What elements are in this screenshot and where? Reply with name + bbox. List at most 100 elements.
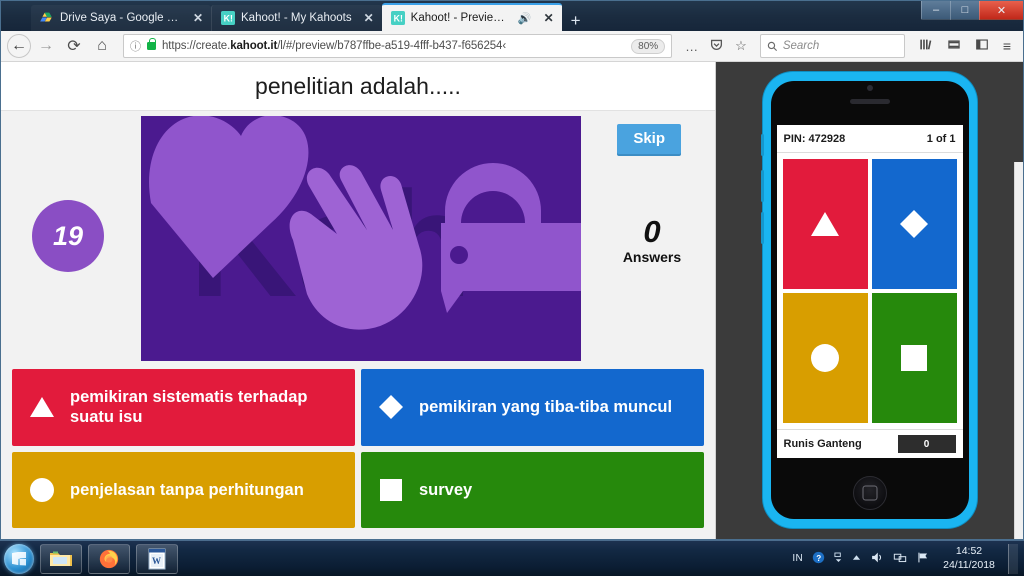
tab-preview-kahoot[interactable]: K! Kahoot! - Preview kahoot! 🔊 ✕ <box>381 3 562 31</box>
page-actions-icon[interactable]: … <box>680 39 703 54</box>
phone-volume-down-button <box>760 212 764 244</box>
network-icon[interactable] <box>893 551 907 567</box>
answers-number: 0 <box>643 214 661 249</box>
phone-answer-grid <box>777 153 963 429</box>
phone-mockup: PIN: 472928 1 of 1 Runis Ganteng 0 <box>760 72 977 528</box>
forward-button[interactable]: → <box>33 34 59 58</box>
circle-icon <box>811 344 839 372</box>
svg-text:W: W <box>152 556 161 566</box>
skip-button[interactable]: Skip <box>617 124 681 154</box>
tab-title: Drive Saya - Google Drive <box>60 12 181 24</box>
svg-text:?: ? <box>816 553 821 562</box>
answer-text: penjelasan tanpa perhitungan <box>70 480 304 499</box>
system-tray: IN ? 14:52 24/11/2018 <box>792 543 1024 574</box>
pocket-icon[interactable] <box>705 38 728 54</box>
close-icon[interactable]: ✕ <box>544 11 554 25</box>
close-icon[interactable]: ✕ <box>193 11 203 25</box>
answers-counter: 0 Answers <box>622 216 682 265</box>
search-icon <box>767 41 777 51</box>
answer-text: pemikiran sistematis terhadap suatu isu <box>70 388 308 427</box>
menu-icon[interactable]: ≡ <box>997 38 1017 54</box>
word-icon: W <box>148 548 166 569</box>
action-center-flag-icon[interactable] <box>916 551 930 567</box>
sidebar-icon[interactable] <box>969 38 995 54</box>
hidden-icons-icon[interactable] <box>834 552 843 566</box>
phone-camera-icon <box>866 85 873 91</box>
volume-icon[interactable] <box>870 551 884 567</box>
zoom-level-indicator[interactable]: 80% <box>631 38 666 54</box>
desktop: Drive Saya - Google Drive ✕ K! Kahoot! -… <box>0 0 1024 576</box>
square-icon <box>901 345 927 371</box>
phone-answer-red[interactable] <box>782 159 868 289</box>
page-scrollbar[interactable] <box>1014 162 1023 539</box>
phone-footer: Runis Ganteng 0 <box>776 429 963 458</box>
show-hidden-icons-icon[interactable] <box>852 553 861 565</box>
phone-header: PIN: 472928 1 of 1 <box>776 125 963 153</box>
address-bar[interactable]: ⓘ https://create.kahoot.it/l/#/preview/b… <box>123 34 673 58</box>
show-desktop-button[interactable] <box>1008 543 1018 574</box>
window-controls: – □ ✕ <box>921 1 1023 20</box>
home-button[interactable]: ⌂ <box>89 34 115 58</box>
start-button[interactable] <box>4 543 34 574</box>
tab-my-kahoots[interactable]: K! Kahoot! - My Kahoots ✕ <box>211 5 382 31</box>
answer-option-green[interactable]: survey <box>361 451 704 528</box>
clock[interactable]: 14:52 24/11/2018 <box>939 545 999 571</box>
question-media: Kah <box>141 116 581 361</box>
kahoot-icon: K! <box>221 11 235 25</box>
diamond-icon <box>900 210 928 238</box>
answers-label: Answers <box>622 249 682 265</box>
clock-date: 24/11/2018 <box>943 558 995 571</box>
answer-option-blue[interactable]: pemikiran yang tiba-tiba muncul <box>361 369 704 446</box>
lock-icon <box>147 38 156 50</box>
answer-text: survey <box>419 480 473 499</box>
player-device-preview-pane: PIN: 472928 1 of 1 Runis Ganteng 0 <box>716 62 1023 539</box>
question-title: penelitian adalah..... <box>1 62 715 111</box>
firefox-window: Drive Saya - Google Drive ✕ K! Kahoot! -… <box>0 0 1024 540</box>
maximize-button[interactable]: □ <box>950 1 979 20</box>
tab-strip: Drive Saya - Google Drive ✕ K! Kahoot! -… <box>1 1 1023 31</box>
diamond-icon <box>379 395 403 420</box>
bookmark-star-icon[interactable]: ☆ <box>730 38 752 54</box>
tab-audio-icon[interactable]: 🔊 <box>518 12 532 25</box>
search-box[interactable]: Search <box>759 34 905 58</box>
phone-answer-green[interactable] <box>871 293 957 423</box>
page-content: penelitian adalah..... 19 Kah <box>1 62 1023 539</box>
answer-option-red[interactable]: pemikiran sistematis terhadap suatu isu <box>12 369 355 446</box>
firefox-icon <box>99 549 119 568</box>
svg-text:K!: K! <box>393 14 402 24</box>
game-pin: PIN: 472928 <box>783 132 846 145</box>
square-icon <box>380 478 402 501</box>
answer-option-yellow[interactable]: penjelasan tanpa perhitungan <box>12 451 355 528</box>
library-icon[interactable] <box>913 38 939 54</box>
screenshot-icon[interactable] <box>941 38 967 54</box>
phone-silent-switch <box>760 134 764 156</box>
new-tab-button[interactable]: + <box>562 12 590 31</box>
player-nickname: Runis Ganteng <box>783 438 862 450</box>
player-score: 0 <box>897 435 956 453</box>
phone-volume-up-button <box>760 170 764 202</box>
phone-speaker-icon <box>849 99 890 104</box>
phone-home-button <box>852 476 887 510</box>
search-input[interactable]: Search <box>783 40 819 52</box>
language-indicator[interactable]: IN <box>792 553 803 564</box>
phone-answer-yellow[interactable] <box>782 293 868 423</box>
tab-drive-saya[interactable]: Drive Saya - Google Drive ✕ <box>31 5 211 31</box>
reload-button[interactable]: ⟳ <box>61 34 87 58</box>
taskbar-item-explorer[interactable] <box>40 543 82 574</box>
tab-title: Kahoot! - My Kahoots <box>241 12 352 24</box>
kahoot-preview-pane: penelitian adalah..... 19 Kah <box>1 62 716 539</box>
phone-screen: PIN: 472928 1 of 1 Runis Ganteng 0 <box>776 125 963 458</box>
taskbar-item-word[interactable]: W <box>136 543 178 574</box>
minimize-button[interactable]: – <box>921 1 950 20</box>
taskbar-item-firefox[interactable] <box>88 543 130 574</box>
help-icon[interactable]: ? <box>812 551 825 567</box>
back-button[interactable]: ← <box>7 34 31 58</box>
circle-icon <box>30 477 54 502</box>
question-stage: 19 Kah <box>1 111 715 361</box>
close-icon[interactable]: ✕ <box>364 11 374 25</box>
close-window-button[interactable]: ✕ <box>979 1 1023 20</box>
svg-text:K!: K! <box>224 14 233 24</box>
phone-answer-blue[interactable] <box>871 159 957 289</box>
browser-right-tools: ≡ <box>913 38 1017 54</box>
site-info-icon[interactable]: ⓘ <box>130 38 141 54</box>
